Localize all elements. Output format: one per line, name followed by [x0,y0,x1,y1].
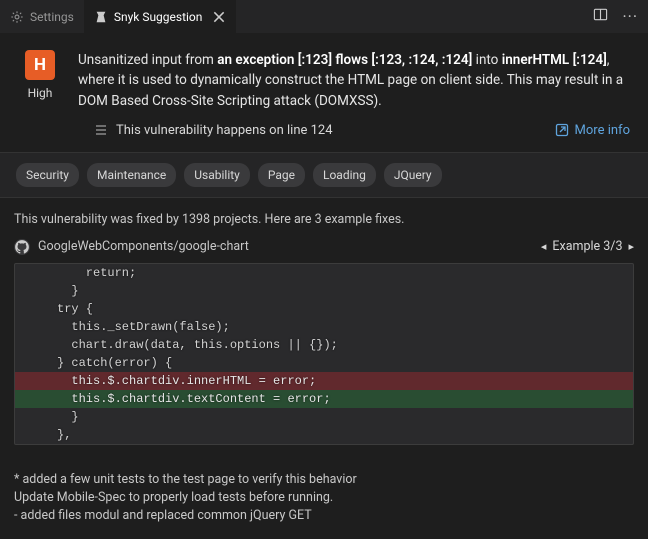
fixes-section: This vulnerability was fixed by 1398 pro… [0,198,648,471]
tab-snyk-suggestion[interactable]: Snyk Suggestion [84,0,237,33]
code-line: chart.draw(data, this.options || {}); [15,336,633,354]
split-editor-icon[interactable] [593,7,608,26]
prev-example-icon[interactable]: ◂ [541,240,547,253]
next-example-icon[interactable]: ▸ [628,240,634,253]
more-info-link[interactable]: More info [555,123,630,138]
example-repo-row: GoogleWebComponents/google-chart ◂ Examp… [14,239,634,255]
list-icon [94,123,108,137]
code-line: this._setDrawn(false); [15,318,633,336]
snyk-icon [94,10,108,24]
tab-bar-actions: ··· [593,7,648,26]
repo-link[interactable]: GoogleWebComponents/google-chart [14,239,249,255]
suggestion-header: H High Unsanitized input from an excepti… [0,34,648,123]
info-bar: This vulnerability happens on line 124 M… [0,123,648,152]
tag-page[interactable]: Page [258,163,305,187]
tab-snyk-label: Snyk Suggestion [114,10,203,24]
code-line: }, [15,426,633,444]
more-info-label: More info [575,123,630,138]
tag-jquery[interactable]: JQuery [384,163,442,187]
tag-usability[interactable]: Usability [184,163,250,187]
tags-row: Security Maintenance Usability Page Load… [0,152,648,198]
code-line-added: this.$.chartdiv.textContent = error; [15,390,633,408]
more-actions-icon[interactable]: ··· [622,9,638,25]
github-icon [14,239,30,255]
tab-bar: Settings Snyk Suggestion ··· [0,0,648,34]
commit-notes: * added a few unit tests to the test pag… [0,471,648,539]
line-info-text: This vulnerability happens on line 124 [116,123,333,138]
repo-name: GoogleWebComponents/google-chart [38,239,249,254]
severity-label: High [28,86,53,100]
tab-settings-label: Settings [30,10,74,24]
tag-maintenance[interactable]: Maintenance [87,163,176,187]
tab-settings[interactable]: Settings [0,0,84,33]
tag-security[interactable]: Security [16,163,79,187]
example-counter: Example 3/3 [552,239,622,254]
note-line: * added a few unit tests to the test pag… [14,471,634,489]
tag-loading[interactable]: Loading [313,163,376,187]
vulnerability-description: Unsanitized input from an exception [:12… [78,50,630,111]
code-line: return; [15,264,633,282]
code-line: try { [15,300,633,318]
close-icon[interactable] [212,10,226,24]
note-line: Update Mobile-Spec to properly load test… [14,489,634,507]
severity-badge: H [25,50,55,80]
suggestion-panel: H High Unsanitized input from an excepti… [0,34,648,539]
code-line: } [15,282,633,300]
example-navigator: ◂ Example 3/3 ▸ [541,239,634,254]
code-line: } catch(error) { [15,354,633,372]
note-line: - added files modul and replaced common … [14,507,634,525]
code-diff: return; } try { this._setDrawn(false); c… [14,263,634,445]
fixes-header: This vulnerability was fixed by 1398 pro… [14,212,634,227]
code-line: } [15,408,633,426]
line-info: This vulnerability happens on line 124 [94,123,333,138]
code-line-removed: this.$.chartdiv.innerHTML = error; [15,372,633,390]
gear-icon [10,10,24,24]
severity: H High [18,50,62,111]
